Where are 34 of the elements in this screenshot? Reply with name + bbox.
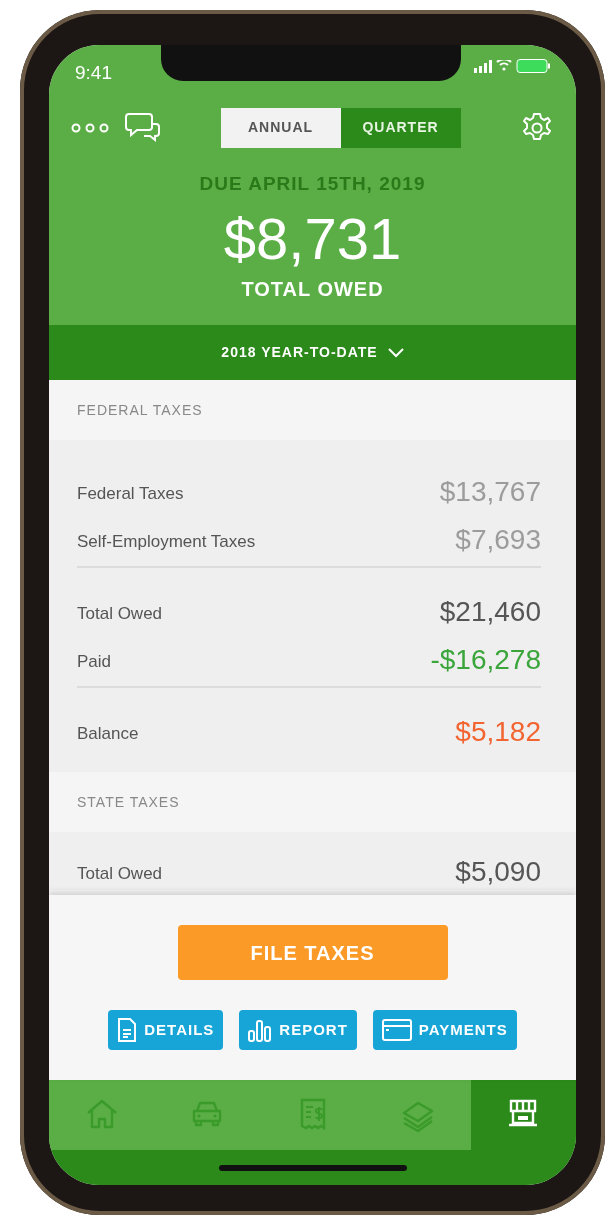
section-heading: FEDERAL TAXES: [76, 400, 204, 420]
chevron-down-icon: [387, 347, 404, 358]
battery-icon: [516, 59, 550, 73]
wifi-icon: [496, 60, 512, 72]
row-value: $7,693: [455, 526, 541, 554]
row-label: Federal Taxes: [77, 482, 184, 505]
row-label: Self-Employment Taxes: [77, 530, 256, 553]
segment-tab[interactable]: QUARTER: [340, 107, 461, 148]
row-value: $21,460: [439, 598, 541, 626]
section-heading: STATE TAXES: [76, 792, 181, 812]
more-icon[interactable]: [71, 122, 109, 133]
row-label: Paid: [77, 650, 112, 673]
row-label: Balance: [77, 722, 139, 745]
period-dropdown[interactable]: 2018 YEAR-TO-DATE: [215, 341, 410, 364]
row-label: Total Owed: [77, 862, 163, 885]
tab-item[interactable]: [470, 1080, 576, 1150]
row-label: Total Owed: [77, 602, 163, 625]
bar-chart-icon: [248, 1018, 273, 1042]
row-value: $13,767: [439, 478, 541, 506]
row-value: $5,182: [455, 718, 541, 746]
row-value: -$16,278: [430, 646, 541, 674]
document-icon: [117, 1018, 138, 1042]
file-taxes-button[interactable]: FILE TAXES: [177, 925, 448, 980]
segment-tab[interactable]: ANNUAL: [220, 107, 341, 148]
row-value: $5,090: [455, 858, 541, 886]
action-button[interactable]: PAYMENTS: [372, 1010, 517, 1050]
total-amount: $8,731: [222, 206, 403, 271]
card-icon: [381, 1019, 412, 1041]
chat-icon[interactable]: [125, 111, 161, 144]
action-button[interactable]: REPORT: [239, 1010, 357, 1050]
signal-icon: [474, 59, 492, 73]
status-time: 9:41: [75, 61, 112, 85]
total-caption: TOTAL OWED: [240, 277, 385, 303]
action-button[interactable]: DETAILS: [108, 1010, 224, 1050]
